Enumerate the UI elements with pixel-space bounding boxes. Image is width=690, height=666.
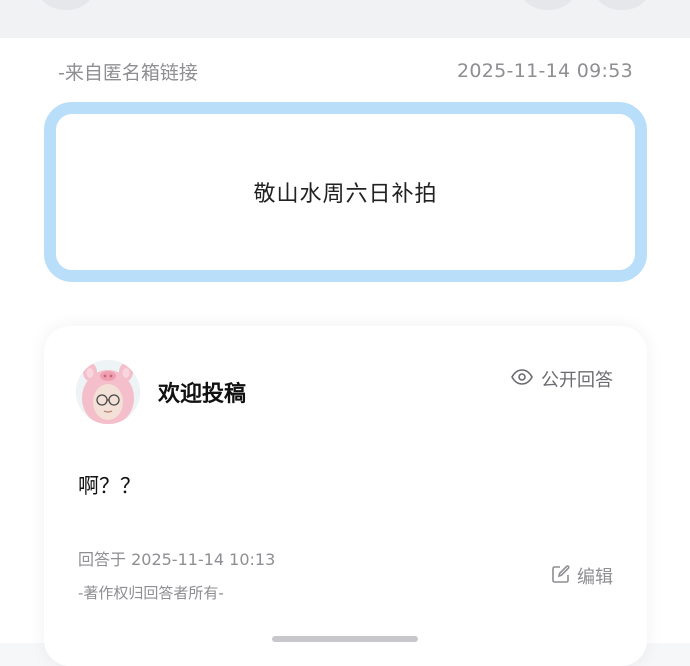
source-label: -来自匿名箱链接 bbox=[58, 61, 198, 84]
visibility-label: 公开回答 bbox=[541, 370, 613, 391]
header-right-button-fragment[interactable] bbox=[522, 0, 574, 10]
answer-content: 啊？？ bbox=[78, 474, 141, 498]
header-right-button-fragment-2[interactable] bbox=[596, 0, 648, 10]
edit-button[interactable]: 编辑 bbox=[551, 563, 613, 589]
visibility-status: 公开回答 bbox=[511, 366, 613, 392]
source-datetime: 2025-11-14 09:53 bbox=[456, 60, 633, 82]
question-text: 敬山水周六日补拍 bbox=[253, 182, 438, 207]
home-indicator[interactable] bbox=[272, 636, 418, 642]
answer-card: 欢迎投稿 公开回答 啊？？ 回答于 2025-11-14 10:13 -著作权归… bbox=[44, 326, 647, 666]
avatar-image bbox=[76, 360, 140, 424]
username[interactable]: 欢迎投稿 bbox=[158, 376, 246, 408]
question-card: 敬山水周六日补拍 bbox=[44, 102, 647, 282]
header-left-button-fragment[interactable] bbox=[40, 0, 92, 10]
answered-timestamp: 回答于 2025-11-14 10:13 bbox=[78, 550, 276, 569]
edit-label: 编辑 bbox=[577, 567, 613, 588]
avatar[interactable] bbox=[76, 360, 140, 424]
top-header-strip bbox=[0, 0, 690, 38]
eye-icon bbox=[511, 368, 533, 390]
source-line: -来自匿名箱链接 2025-11-14 09:53 bbox=[58, 56, 633, 86]
copyright-notice: -著作权归回答者所有- bbox=[78, 584, 224, 602]
edit-icon bbox=[551, 564, 571, 589]
